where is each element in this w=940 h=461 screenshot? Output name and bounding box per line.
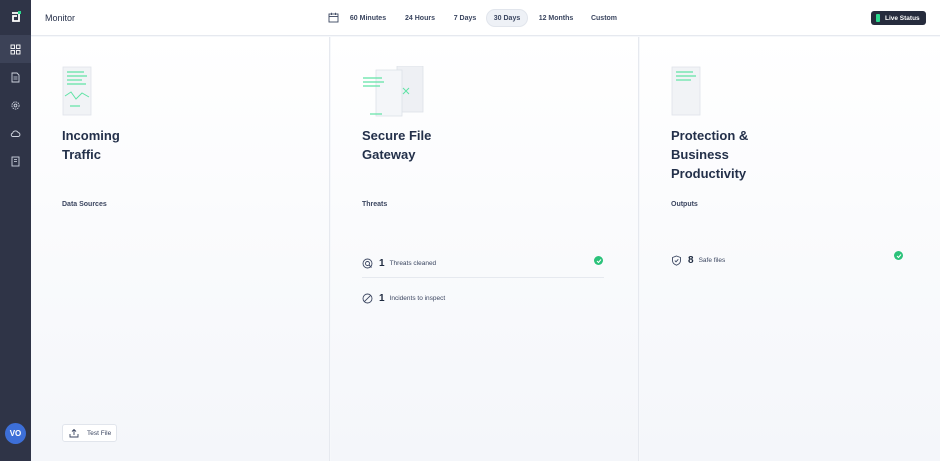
page-title: Monitor bbox=[45, 13, 76, 23]
secure-file-gateway-title: Secure File Gateway bbox=[362, 128, 432, 162]
range-tab-60-minutes[interactable]: 60 Minutes bbox=[347, 9, 389, 27]
book-icon bbox=[11, 156, 20, 166]
live-status-label: Live Status bbox=[885, 14, 920, 22]
test-file-label: Test File bbox=[87, 429, 112, 437]
threats-cleaned-label: Threats cleaned bbox=[389, 259, 437, 267]
protection-productivity-panel: Protection & Business Productivity Outpu… bbox=[640, 37, 940, 461]
sidebar: VO bbox=[0, 0, 31, 461]
stat-divider bbox=[362, 277, 604, 278]
sidebar-item-dashboard[interactable] bbox=[0, 35, 31, 63]
dashboard-grid-icon bbox=[10, 44, 21, 54]
live-indicator-icon bbox=[876, 14, 880, 22]
incidents-count: 1 bbox=[379, 292, 385, 304]
cloud-icon bbox=[10, 129, 21, 137]
range-tab-30-days[interactable]: 30 Days bbox=[486, 9, 528, 27]
virus-scan-icon bbox=[362, 258, 373, 268]
safe-files-row[interactable]: 8 Safe files bbox=[671, 250, 911, 270]
safe-files-count: 8 bbox=[688, 254, 694, 266]
incoming-document-illustration bbox=[62, 66, 92, 116]
range-tab-12-months[interactable]: 12 Months bbox=[535, 9, 577, 27]
sidebar-item-settings[interactable] bbox=[0, 91, 31, 119]
document-icon bbox=[11, 72, 20, 82]
threats-cleaned-count: 1 bbox=[379, 257, 385, 269]
upload-icon bbox=[69, 428, 79, 438]
incidents-label: Incidents to inspect bbox=[389, 294, 446, 302]
protection-document-illustration bbox=[671, 66, 701, 116]
range-tab-custom[interactable]: Custom bbox=[587, 9, 621, 27]
incoming-traffic-title: Incoming Traffic bbox=[62, 128, 120, 162]
data-sources-label: Data Sources bbox=[62, 201, 107, 208]
logo-icon[interactable] bbox=[8, 10, 23, 25]
range-tab-7-days[interactable]: 7 Days bbox=[450, 9, 480, 27]
range-tab-24-hours[interactable]: 24 Hours bbox=[401, 9, 439, 27]
threats-label: Threats bbox=[362, 201, 388, 208]
incidents-row[interactable]: 1 Incidents to inspect bbox=[362, 288, 602, 308]
threats-cleaned-row[interactable]: 1 Threats cleaned bbox=[362, 253, 602, 273]
sidebar-item-documents[interactable] bbox=[0, 63, 31, 91]
gateway-documents-illustration bbox=[363, 66, 424, 117]
calendar-icon[interactable] bbox=[328, 12, 339, 23]
threats-cleaned-check-icon bbox=[594, 256, 603, 265]
live-status-button[interactable]: Live Status bbox=[871, 11, 926, 25]
secure-file-gateway-panel: Secure File Gateway Threats 1 Threats cl… bbox=[331, 37, 639, 461]
top-bar: Monitor 60 Minutes 24 Hours 7 Days 30 Da… bbox=[31, 0, 940, 36]
outputs-label: Outputs bbox=[671, 201, 698, 208]
safe-files-label: Safe files bbox=[698, 256, 726, 264]
incoming-traffic-panel: Incoming Traffic Data Sources Test File bbox=[31, 37, 330, 461]
sidebar-item-library[interactable] bbox=[0, 147, 31, 175]
settings-gear-icon bbox=[11, 100, 20, 110]
sidebar-item-cloud[interactable] bbox=[0, 119, 31, 147]
blocked-icon bbox=[362, 293, 373, 303]
shield-check-icon bbox=[672, 255, 681, 266]
safe-files-check-icon bbox=[894, 251, 903, 260]
avatar[interactable]: VO bbox=[5, 423, 26, 444]
protection-productivity-title: Protection & Business Productivity bbox=[671, 128, 749, 181]
test-file-button[interactable]: Test File bbox=[62, 424, 117, 442]
